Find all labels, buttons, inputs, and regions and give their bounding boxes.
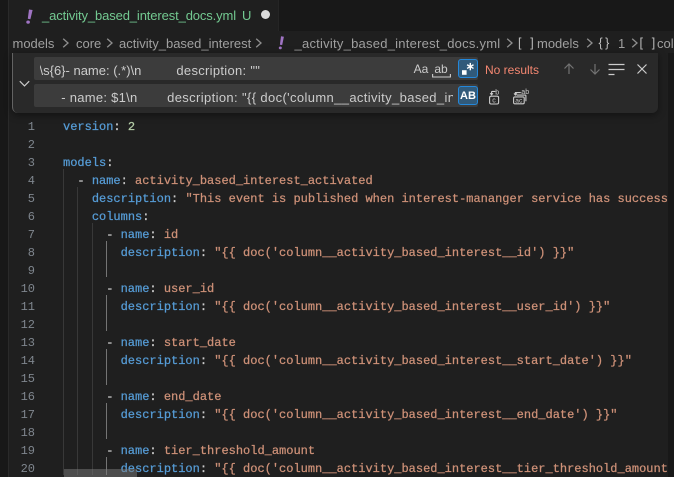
- svg-text:ac: ac: [515, 98, 523, 105]
- svg-text:c: c: [492, 98, 496, 105]
- svg-text:b: b: [495, 89, 499, 96]
- svg-text:ab: ab: [521, 89, 529, 96]
